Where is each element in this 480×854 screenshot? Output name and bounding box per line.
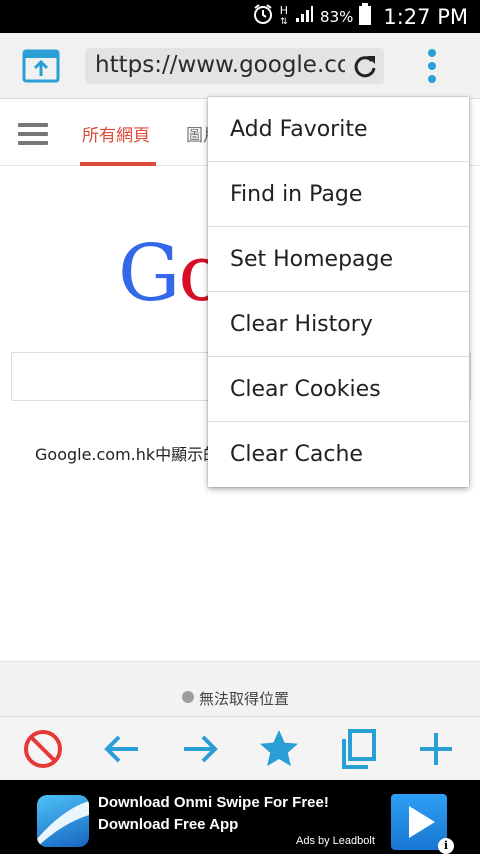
screen: H⇅ 83% 1:27 PM https://www.google.com (0, 0, 480, 854)
battery-percent: 83% (320, 7, 354, 26)
url-text[interactable]: https://www.google.com (95, 52, 345, 78)
tab-all-web[interactable]: 所有網頁 (82, 121, 150, 146)
copy-button[interactable] (336, 727, 380, 771)
bottom-toolbar (0, 716, 480, 780)
reload-icon[interactable] (352, 53, 378, 79)
favorite-button[interactable] (257, 727, 301, 771)
add-icon (420, 733, 452, 765)
status-bar: H ⇅ 83% 1:27 PM (0, 0, 480, 33)
forward-arrow-icon (184, 735, 218, 763)
tabs-button[interactable] (22, 49, 60, 83)
overflow-menu: Add Favorite Find in Page Set Homepage C… (208, 97, 469, 487)
alarm-icon (252, 3, 274, 30)
block-button[interactable] (21, 727, 65, 771)
menu-item-clear-cookies[interactable]: Clear Cookies (208, 357, 469, 422)
location-strip: 無法取得位置 (0, 661, 480, 716)
ad-attribution: Ads by Leadbolt (296, 835, 375, 847)
ad-info-icon[interactable]: i (438, 838, 454, 854)
overflow-menu-button[interactable] (420, 47, 444, 85)
back-button[interactable] (100, 727, 144, 771)
copy-icon (342, 729, 376, 769)
ad-banner[interactable]: Download Onmi Swipe For Free! Download F… (0, 780, 480, 854)
star-icon (260, 730, 298, 767)
browser-toolbar: https://www.google.com (0, 33, 480, 99)
menu-item-set-homepage[interactable]: Set Homepage (208, 227, 469, 292)
block-icon (24, 730, 62, 768)
menu-item-clear-history[interactable]: Clear History (208, 292, 469, 357)
location-status: 無法取得位置 (199, 690, 290, 708)
ad-subtitle[interactable]: Download Free App (98, 816, 238, 833)
menu-item-clear-cache[interactable]: Clear Cache (208, 422, 469, 487)
location-dot-icon (182, 691, 194, 703)
hamburger-menu-icon[interactable] (18, 123, 48, 145)
status-clock: 1:27 PM (383, 4, 468, 29)
url-bar[interactable]: https://www.google.com (85, 48, 384, 84)
back-arrow-icon (104, 735, 138, 763)
ad-app-icon[interactable] (37, 795, 89, 847)
add-tab-button[interactable] (414, 727, 458, 771)
battery-icon (359, 3, 372, 30)
ad-title[interactable]: Download Onmi Swipe For Free! (98, 794, 329, 811)
network-type-indicator: H ⇅ (279, 4, 289, 27)
tab-active-indicator (80, 162, 156, 166)
forward-button[interactable] (178, 727, 222, 771)
menu-item-add-favorite[interactable]: Add Favorite (208, 97, 469, 162)
signal-icon (294, 4, 314, 29)
menu-item-find-in-page[interactable]: Find in Page (208, 162, 469, 227)
overflow-menu-icon (428, 49, 436, 83)
tabs-icon (22, 49, 60, 83)
